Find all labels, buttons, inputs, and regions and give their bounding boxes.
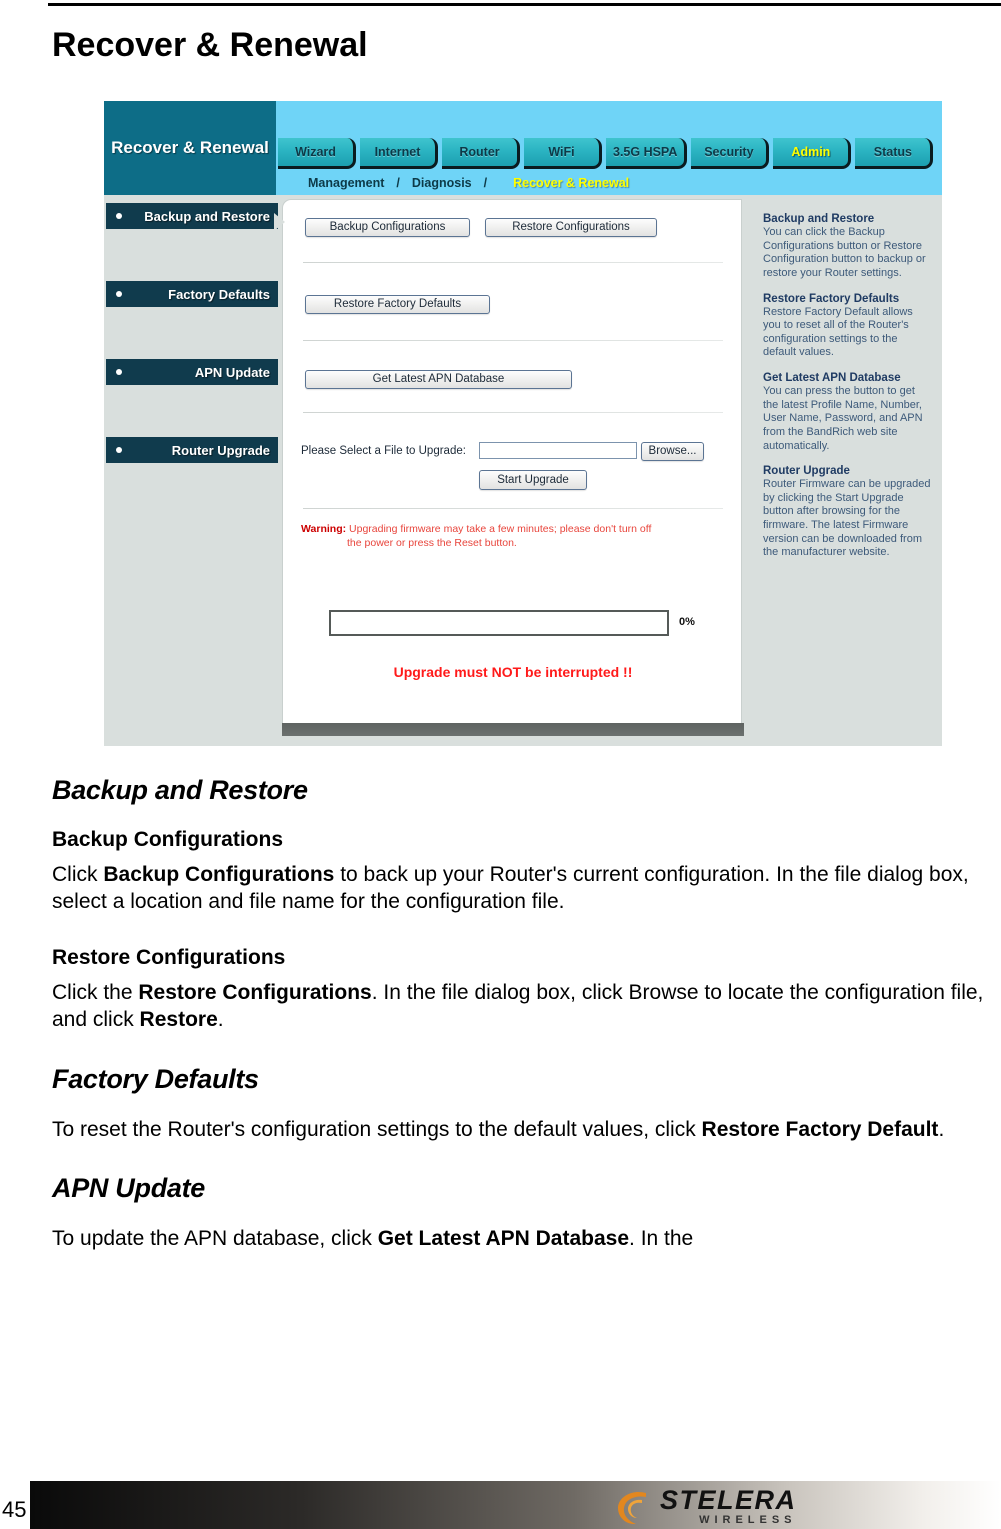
upgrade-interrupt-warning: Upgrade must NOT be interrupted !! — [393, 664, 633, 680]
text-pre: To update the APN database, click — [52, 1227, 378, 1251]
help-text-router-upgrade: Router Firmware can be upgraded by click… — [763, 478, 931, 559]
tab-admin[interactable]: Admin — [773, 138, 852, 169]
section-heading-backup-and-restore: Backup and Restore — [52, 775, 308, 805]
text-pre: Click the — [52, 980, 139, 1004]
sidebar-item-router-upgrade[interactable]: Router Upgrade — [106, 437, 278, 463]
tab-internet[interactable]: Internet — [360, 138, 438, 169]
tab-router[interactable]: Router — [442, 138, 520, 169]
restore-factory-defaults-button[interactable]: Restore Factory Defaults — [305, 295, 490, 314]
paragraph-apn-update: To update the APN database, click Get La… — [52, 1226, 997, 1253]
upgrade-progress-bar — [329, 610, 669, 636]
help-heading-restore-factory-defaults: Restore Factory Defaults — [763, 292, 900, 305]
progress-percent-label: 0% — [679, 616, 695, 628]
router-body: Backup and Restore Factory Defaults APN … — [104, 195, 942, 746]
breadcrumb-separator-2: / — [483, 176, 488, 190]
help-heading-get-latest-apn-database: Get Latest APN Database — [763, 372, 901, 384]
help-text-backup-and-restore: You can click the Backup Configurations … — [763, 226, 926, 279]
breadcrumb-recover-renewal[interactable]: Recover & Renewal — [499, 176, 629, 190]
help-heading-backup-and-restore: Backup and Restore — [763, 213, 875, 225]
text-bold: Restore Configurations — [138, 980, 372, 1004]
warning-line-2: the power or press the Reset button. — [347, 537, 517, 550]
paragraph-restore-configurations: Click the Restore Configurations. In the… — [52, 980, 997, 1034]
logo-text-block: STELERA WIRELESS — [660, 1484, 797, 1527]
router-content-card: Backup Configurations Restore Configurat… — [282, 199, 742, 734]
router-nav-tabs: Wizard Internet Router WiFi 3.5G HSPA Se… — [278, 138, 934, 169]
breadcrumb-separator-1: / — [396, 176, 400, 190]
page-number: 45 — [2, 1497, 27, 1522]
divider-3 — [303, 412, 723, 413]
backup-configurations-button[interactable]: Backup Configurations — [305, 218, 470, 237]
text-bold-2: Restore — [139, 1007, 218, 1031]
sidebar-item-factory-defaults[interactable]: Factory Defaults — [106, 281, 278, 307]
section-heading-factory-defaults: Factory Defaults — [52, 1063, 259, 1094]
document-body: Backup and Restore Backup Configurations… — [52, 775, 997, 1283]
breadcrumb-management[interactable]: Management — [308, 176, 384, 190]
text-pre: To reset the Router's configuration sett… — [52, 1117, 702, 1141]
sidebar-item-label: APN Update — [194, 364, 270, 380]
logo-subtext: WIRELESS — [699, 1514, 797, 1527]
section-heading-apn-update: APN Update — [52, 1173, 206, 1204]
tab-security[interactable]: Security — [691, 138, 770, 169]
sidebar-item-backup-and-restore[interactable]: Backup and Restore — [106, 203, 278, 229]
text-pre: Click — [52, 863, 104, 886]
sidebar-item-apn-update[interactable]: APN Update — [106, 359, 278, 385]
text-bold: Get Latest APN Database — [377, 1227, 630, 1251]
sidebar-item-label: Router Upgrade — [171, 442, 270, 458]
page-title: Recover & Renewal — [52, 26, 368, 64]
restore-configurations-button[interactable]: Restore Configurations — [485, 218, 657, 237]
text-post: . — [217, 1007, 224, 1031]
help-heading-router-upgrade: Router Upgrade — [763, 465, 850, 478]
firmware-warning-text: Warning: Upgrading firmware may take a f… — [301, 522, 721, 550]
start-upgrade-button[interactable]: Start Upgrade — [479, 470, 587, 490]
file-upgrade-label: Please Select a File to Upgrade: — [301, 445, 466, 457]
upgrade-file-input[interactable] — [479, 442, 637, 459]
warning-line-1: Upgrading firmware may take a few minute… — [349, 523, 652, 535]
router-header-bar: Recover & Renewal Wizard Internet Router… — [104, 101, 942, 195]
divider-2 — [303, 340, 723, 341]
text-bold: Restore Factory Default — [701, 1117, 939, 1141]
sidebar-item-label: Backup and Restore — [144, 208, 270, 224]
paragraph-factory-defaults: To reset the Router's configuration sett… — [52, 1117, 997, 1144]
get-latest-apn-database-button[interactable]: Get Latest APN Database — [305, 370, 572, 389]
paragraph-backup-configurations: Click Backup Configurations to back up y… — [52, 862, 997, 916]
selected-item-pointer-icon — [274, 213, 285, 231]
text-post: . — [938, 1117, 945, 1141]
logo-wordmark: STELERA — [660, 1484, 797, 1515]
breadcrumb: Management / Diagnosis / Recover & Renew… — [278, 173, 629, 193]
router-ui-screenshot: Recover & Renewal Wizard Internet Router… — [104, 101, 942, 746]
sidebar-item-label: Factory Defaults — [168, 286, 270, 302]
tab-wifi[interactable]: WiFi — [524, 138, 602, 169]
router-sidebar: Backup and Restore Factory Defaults APN … — [106, 203, 278, 463]
help-text-restore-factory-defaults: Restore Factory Default allows you to re… — [763, 305, 913, 359]
tab-wizard[interactable]: Wizard — [278, 138, 356, 169]
text-post: . In the — [629, 1227, 694, 1251]
help-panel: Backup and Restore You can click the Bac… — [749, 199, 940, 734]
tab-status[interactable]: Status — [855, 138, 934, 169]
text-bold: Backup Configurations — [103, 863, 335, 886]
router-brand-title: Recover & Renewal — [104, 101, 276, 195]
divider-4 — [303, 508, 723, 509]
help-text-get-latest-apn-database: You can press the button to get the late… — [763, 385, 923, 452]
browse-button[interactable]: Browse... — [641, 442, 704, 461]
page-footer-bar — [30, 1481, 1001, 1529]
tab-3-5g-hspa[interactable]: 3.5G HSPA — [606, 138, 688, 169]
divider-1 — [303, 262, 723, 263]
stelera-wireless-logo: STELERA WIRELESS — [612, 1484, 797, 1527]
warning-label: Warning: — [301, 523, 347, 535]
subsection-heading-backup-configurations: Backup Configurations — [52, 828, 284, 851]
card-drop-shadow — [282, 723, 744, 736]
progress-area: 0% — [329, 610, 695, 636]
breadcrumb-diagnosis[interactable]: Diagnosis — [412, 176, 472, 190]
swoosh-icon — [618, 1491, 646, 1525]
subsection-heading-restore-configurations: Restore Configurations — [52, 945, 286, 969]
header-rule — [48, 3, 1001, 6]
